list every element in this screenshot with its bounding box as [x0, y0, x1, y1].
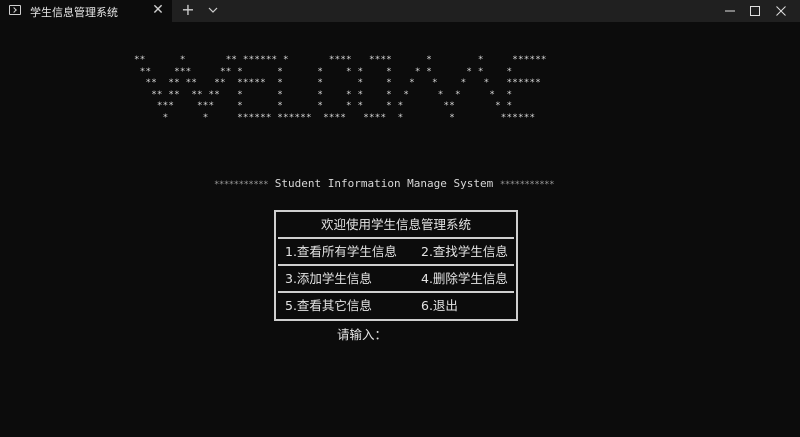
- menu-option-search: 2.查找学生信息: [421, 244, 508, 259]
- close-window-button[interactable]: [762, 0, 800, 22]
- minimize-icon: [725, 10, 735, 12]
- terminal-icon: [9, 5, 21, 15]
- tab-close-button[interactable]: ✕: [150, 1, 166, 19]
- tab-dropdown-button[interactable]: [204, 2, 222, 18]
- chevron-down-icon: [208, 7, 218, 13]
- maximize-icon: [750, 6, 760, 16]
- menu-option-exit: 6.退出: [421, 298, 458, 313]
- subtitle-stars-left: ***********: [214, 180, 269, 190]
- menu-divider: [278, 264, 514, 266]
- menu-title: 欢迎使用学生信息管理系统: [320, 217, 471, 232]
- new-tab-button[interactable]: +: [179, 1, 197, 19]
- system-subtitle: *********** Student Information Manage S…: [214, 177, 555, 190]
- subtitle-text: Student Information Manage System: [268, 177, 500, 190]
- tab-title: 学生信息管理系统: [30, 6, 118, 19]
- menu-option-other-info: 5.查看其它信息: [285, 298, 372, 313]
- terminal-tab[interactable]: 学生信息管理系统 ✕: [0, 0, 172, 22]
- menu-option-delete: 4.删除学生信息: [421, 271, 508, 286]
- input-prompt[interactable]: 请输入：: [337, 324, 387, 343]
- welcome-ascii-banner: ** * ** ****** * **** **** * * ****** **…: [134, 54, 547, 123]
- subtitle-stars-right: ***********: [499, 180, 555, 190]
- menu-divider: [278, 237, 514, 239]
- close-icon: [776, 6, 786, 16]
- console-output[interactable]: ** * ** ****** * **** **** * * ****** **…: [0, 22, 800, 437]
- main-menu-box: 欢迎使用学生信息管理系统 1.查看所有学生信息 2.查找学生信息 3.添加学生信…: [274, 210, 518, 321]
- title-bar: 学生信息管理系统 ✕ +: [0, 0, 800, 22]
- menu-divider: [278, 291, 514, 293]
- menu-option-view-all: 1.查看所有学生信息: [285, 244, 397, 259]
- menu-option-add: 3.添加学生信息: [285, 271, 372, 286]
